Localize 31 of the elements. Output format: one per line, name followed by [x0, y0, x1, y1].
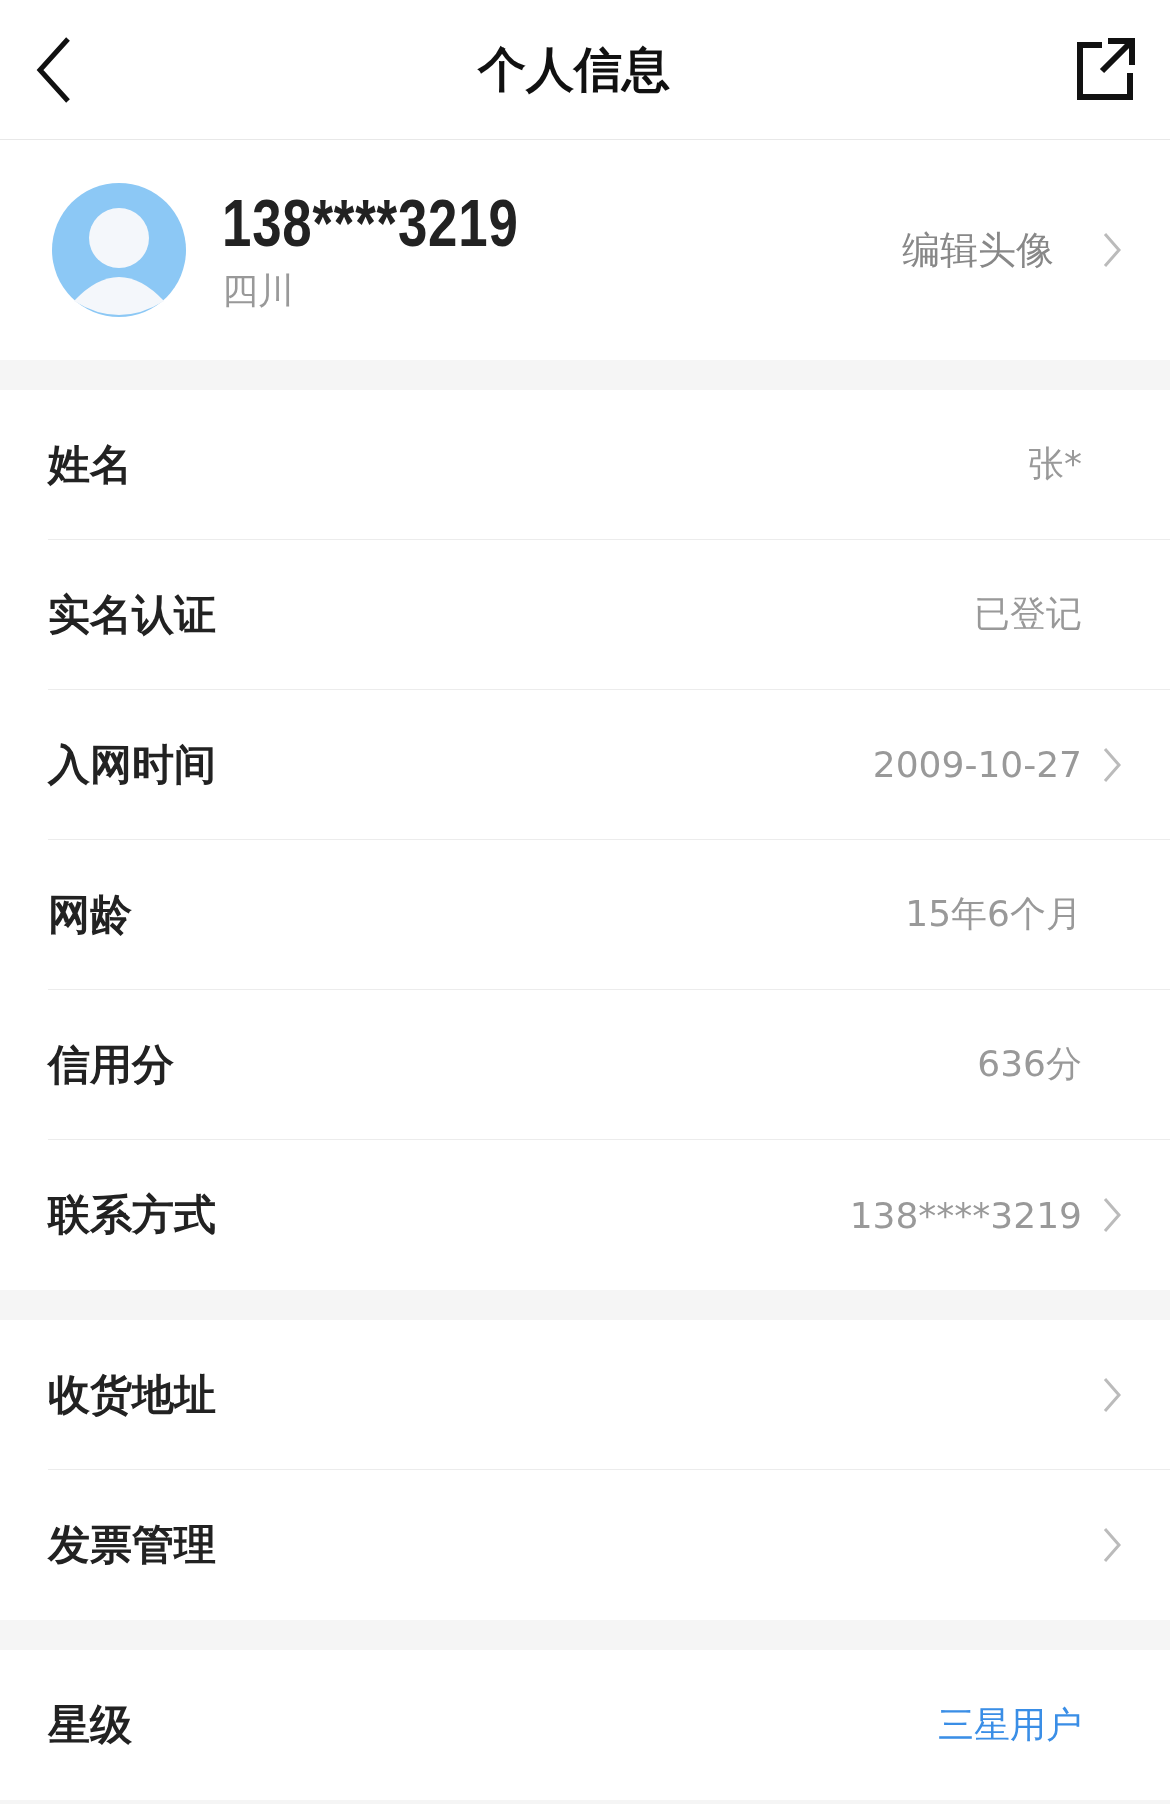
row-value: 张* [1028, 442, 1082, 486]
settings-row[interactable]: 发票管理 [48, 1470, 1170, 1620]
row-label: 信用分 [48, 1038, 175, 1091]
settings-row[interactable]: 星级 三星用户 [48, 1650, 1170, 1800]
row-value: 已登记 [974, 592, 1082, 636]
row-value: 2009-10-27 [872, 744, 1082, 785]
row-label: 收货地址 [48, 1368, 217, 1421]
edit-avatar-link[interactable]: 编辑头像 [902, 224, 1054, 276]
row-value: 636分 [977, 1042, 1082, 1086]
page-title: 个人信息 [478, 39, 670, 99]
row-label: 星级 [48, 1699, 133, 1751]
row-value: 15年6个月 [905, 892, 1082, 936]
row-label: 实名认证 [48, 588, 217, 641]
settings-row[interactable]: 实名认证 已登记 [48, 540, 1170, 690]
row-label: 发票管理 [48, 1519, 217, 1571]
settings-row[interactable]: 姓名 张* [48, 390, 1170, 540]
share-icon[interactable] [1074, 36, 1136, 103]
settings-row[interactable]: 信用分 636分 [48, 990, 1170, 1140]
phone-number: 138****3219 [222, 184, 520, 261]
settings-row[interactable]: 入网时间 2009-10-27 [48, 690, 1170, 840]
row-label: 联系方式 [48, 1189, 217, 1241]
row-label: 网龄 [48, 888, 133, 941]
settings-row[interactable]: 收货地址 [48, 1320, 1170, 1470]
chevron-icon [1102, 231, 1122, 269]
settings-row[interactable]: 联系方式 138****3219 [48, 1140, 1170, 1290]
settings-row[interactable]: 网龄 15年6个月 [48, 840, 1170, 990]
row-label: 入网时间 [48, 738, 217, 791]
row-value: 三星用户 [938, 1702, 1082, 1747]
region-text: 四川 [222, 268, 295, 313]
row-value: 138****3219 [849, 1194, 1082, 1236]
row-label: 姓名 [48, 438, 133, 491]
